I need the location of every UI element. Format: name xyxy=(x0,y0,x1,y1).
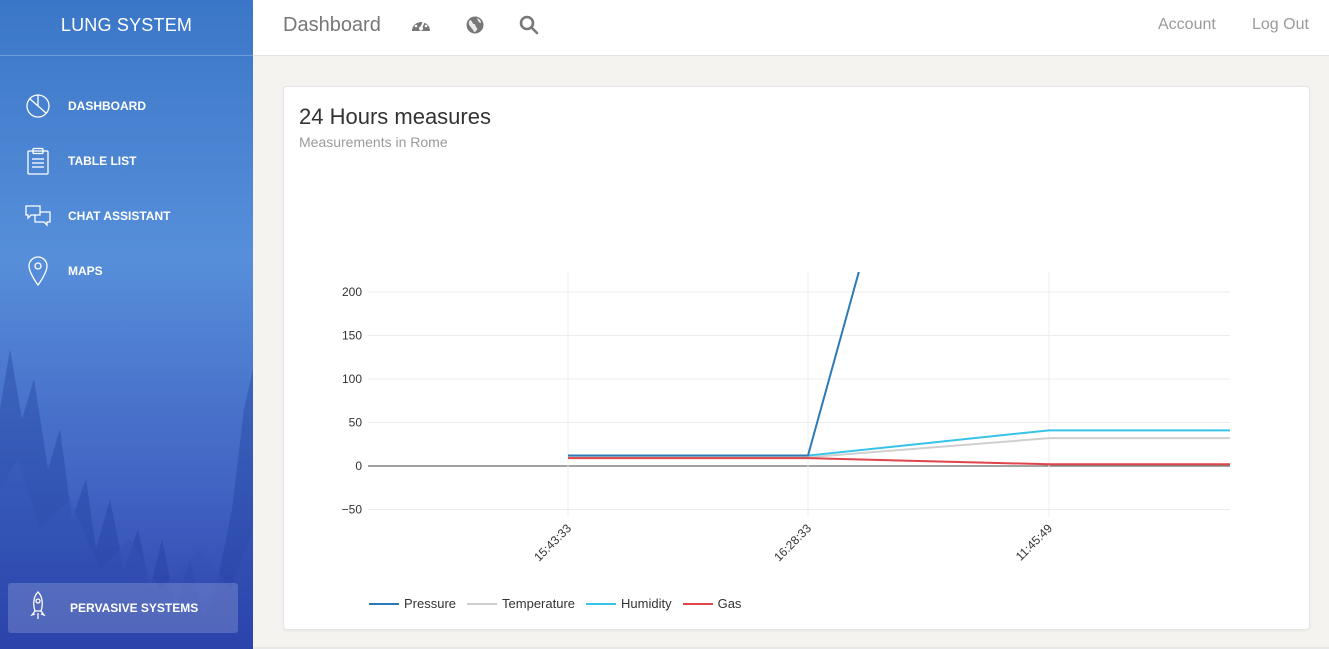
series-line-temperature xyxy=(568,437,1230,459)
legend-swatch xyxy=(467,602,498,605)
y-tick-label: 200 xyxy=(342,285,362,299)
y-tick-label: 150 xyxy=(342,329,362,343)
sidebar-item-label: MAPS xyxy=(68,263,103,278)
sidebar-item-maps[interactable]: MAPS xyxy=(0,243,253,298)
pie-chart-icon xyxy=(25,91,51,121)
legend-item-gas[interactable]: Gas xyxy=(682,596,742,611)
legend-item-temperature[interactable]: Temperature xyxy=(467,596,575,611)
x-tick-label: 16:28:33 xyxy=(771,521,814,564)
measures-card: 24 Hours measures Measurements in Rome −… xyxy=(283,86,1310,630)
legend-item-humidity[interactable]: Humidity xyxy=(586,596,672,611)
sidebar: LUNG SYSTEM DASHBOARD TABLE LIST CHAT AS… xyxy=(0,0,253,649)
line-chart: −50 0 50 100 150 200 15:43:33 16:28:33 11:45:49 xyxy=(342,272,1230,564)
legend-swatch xyxy=(586,602,617,605)
chat-icon xyxy=(25,201,51,231)
series-line-humidity xyxy=(568,429,1230,457)
rocket-icon xyxy=(28,590,48,626)
sidebar-item-dashboard[interactable]: DASHBOARD xyxy=(0,78,253,133)
pervasive-systems-link[interactable]: PERVASIVE SYSTEMS xyxy=(8,583,238,633)
account-link[interactable]: Account xyxy=(1158,16,1216,34)
sidebar-nav: DASHBOARD TABLE LIST CHAT ASSISTANT MAPS xyxy=(0,78,253,298)
clipboard-icon xyxy=(25,146,51,176)
y-tick-label: 0 xyxy=(355,459,362,473)
sidebar-item-label: TABLE LIST xyxy=(68,153,137,168)
sidebar-item-table-list[interactable]: TABLE LIST xyxy=(0,133,253,188)
dashboard-icon[interactable] xyxy=(410,15,432,37)
legend-label: Gas xyxy=(717,596,742,611)
series-line-gas xyxy=(568,457,1230,466)
legend-label: Humidity xyxy=(621,596,672,611)
legend-swatch xyxy=(369,602,399,605)
globe-icon[interactable] xyxy=(465,15,487,37)
y-tick-label: −50 xyxy=(342,503,363,517)
legend-label: Temperature xyxy=(502,596,576,611)
sidebar-item-label: CHAT ASSISTANT xyxy=(68,208,171,223)
legend-swatch xyxy=(682,602,713,605)
map-pin-icon xyxy=(25,255,51,286)
x-tick-label: 11:45:49 xyxy=(1013,521,1056,564)
y-tick-label: 100 xyxy=(342,372,362,386)
page-title: Dashboard xyxy=(283,14,381,36)
pervasive-systems-label: PERVASIVE SYSTEMS xyxy=(70,601,199,615)
chart-legend: Pressure Temperature Humidity Gas xyxy=(369,596,752,611)
y-tick-label: 50 xyxy=(349,416,363,430)
sidebar-item-chat-assistant[interactable]: CHAT ASSISTANT xyxy=(0,188,253,243)
brand-title[interactable]: LUNG SYSTEM xyxy=(0,0,253,56)
top-navbar: Dashboard Account Log Out xyxy=(253,0,1329,56)
x-tick-label: 15:43:33 xyxy=(531,521,574,564)
sidebar-item-label: DASHBOARD xyxy=(68,98,146,113)
search-icon[interactable] xyxy=(519,15,541,37)
logout-link[interactable]: Log Out xyxy=(1252,16,1309,34)
legend-label: Pressure xyxy=(404,596,457,611)
legend-item-pressure[interactable]: Pressure xyxy=(369,596,456,611)
